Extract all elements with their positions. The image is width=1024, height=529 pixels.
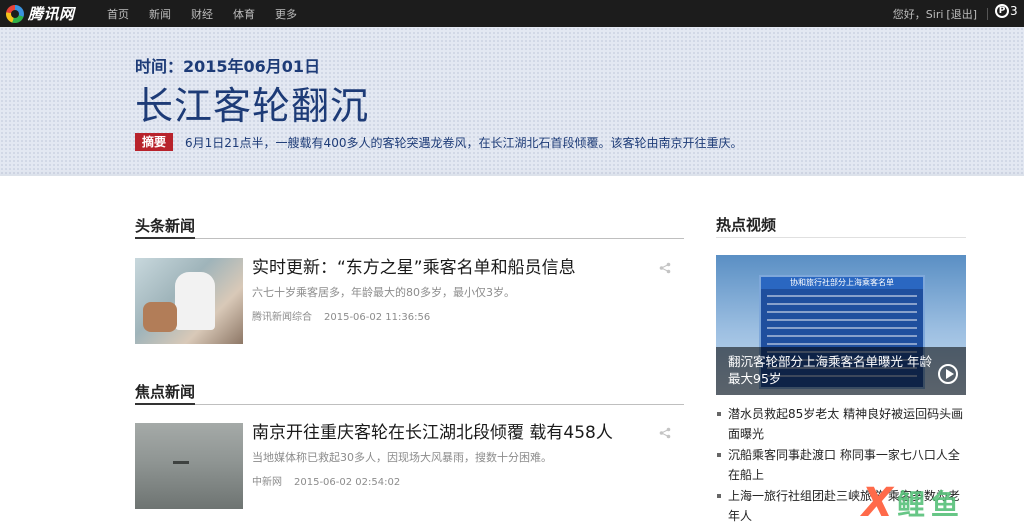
topic-summary: 摘要 6月1日21点半，一艘载有400多人的客轮突遇龙卷风，在长江湖北石首段倾覆… <box>135 133 742 151</box>
topic-date: 时间：2015年06月01日 <box>135 57 321 76</box>
watermark-logo: X 鲤鱼 <box>862 483 965 523</box>
nav-news[interactable]: 新闻 <box>149 6 171 22</box>
article-thumbnail[interactable] <box>135 258 243 344</box>
tencent-logo[interactable]: 腾讯网 <box>6 3 75 24</box>
nav-home[interactable]: 首页 <box>107 6 129 22</box>
nav-more[interactable]: 更多 <box>275 6 297 22</box>
video-board-title: 协和旅行社部分上海乘客名单 <box>761 277 923 289</box>
share-icon[interactable] <box>659 262 671 274</box>
nav-finance[interactable]: 财经 <box>191 6 213 22</box>
article-meta: 中新网 2015-06-02 02:54:02 <box>252 473 400 488</box>
notification-button[interactable]: P 3 <box>995 4 1018 18</box>
main-nav: 首页 新闻 财经 体育 更多 <box>107 0 317 27</box>
article-item[interactable]: 实时更新：“东方之星”乘客名单和船员信息 六七十岁乘客居多，年龄最大的80多岁，… <box>135 258 684 346</box>
sidebar-title: 热点视频 <box>716 216 777 234</box>
section-heading-focus: 焦点新闻 <box>135 382 684 405</box>
notification-icon: P <box>995 4 1009 18</box>
list-item[interactable]: 潜水员救起85岁老太 精神良好被运回码头画面曝光 <box>716 404 966 444</box>
user-greeting: 您好，Siri <box>892 7 944 21</box>
user-area: 您好，Siri [退出] <box>893 0 977 27</box>
logout-link[interactable]: [退出] <box>946 6 977 22</box>
article-item[interactable]: 南京开往重庆客轮在长江湖北段倾覆 载有458人 当地媒体称已救起30多人，因现场… <box>135 423 684 511</box>
article-summary: 当地媒体称已救起30多人，因现场大风暴雨，搜数十分困难。 <box>252 451 552 464</box>
section-heading-headline: 头条新闻 <box>135 216 684 239</box>
play-icon[interactable] <box>938 364 958 384</box>
notification-count: 3 <box>1010 4 1018 18</box>
topic-hero: 时间：2015年06月01日 长江客轮翻沉 摘要 6月1日21点半，一艘载有40… <box>0 27 1024 176</box>
share-icon[interactable] <box>659 427 671 439</box>
summary-badge: 摘要 <box>135 133 174 151</box>
video-caption[interactable]: 翻沉客轮部分上海乘客名单曝光 年龄最大95岁 <box>728 353 936 387</box>
top-navigation-bar: 腾讯网 首页 新闻 财经 体育 更多 您好，Siri [退出] P 3 <box>0 0 1024 27</box>
article-time: 2015-06-02 02:54:02 <box>294 477 401 488</box>
article-thumbnail[interactable] <box>135 423 243 509</box>
video-caption-overlay[interactable]: 翻沉客轮部分上海乘客名单曝光 年龄最大95岁 <box>716 347 966 395</box>
article-meta: 腾讯新闻综合 2015-06-02 11:36:56 <box>252 308 430 323</box>
article-source: 腾讯新闻综合 <box>252 312 312 323</box>
topic-title: 长江客轮翻沉 <box>135 84 370 128</box>
sidebar-heading: 热点视频 <box>716 215 966 238</box>
tencent-logo-icon <box>6 4 24 23</box>
hot-video-player[interactable]: 协和旅行社部分上海乘客名单 翻沉客轮部分上海乘客名单曝光 年龄最大95岁 <box>716 255 966 395</box>
section-title: 头条新闻 <box>135 217 196 239</box>
watermark-x: X <box>862 480 893 526</box>
section-title: 焦点新闻 <box>135 383 196 405</box>
watermark-text: 鲤鱼 <box>896 488 965 521</box>
article-source: 中新网 <box>252 477 282 488</box>
summary-text: 6月1日21点半，一艘载有400多人的客轮突遇龙卷风，在长江湖北石首段倾覆。该客… <box>185 135 743 150</box>
article-time: 2015-06-02 11:36:56 <box>324 312 431 323</box>
nav-sports[interactable]: 体育 <box>233 6 255 22</box>
list-item[interactable]: 沉船乘客同事赴渡口 称同事一家七八口人全在船上 <box>716 445 966 485</box>
article-title[interactable]: 实时更新：“东方之星”乘客名单和船员信息 <box>252 258 576 278</box>
topbar-divider <box>987 8 988 20</box>
article-title[interactable]: 南京开往重庆客轮在长江湖北段倾覆 载有458人 <box>252 423 613 443</box>
logo-text: 腾讯网 <box>28 5 75 23</box>
article-summary: 六七十岁乘客居多，年龄最大的80多岁，最小仅3岁。 <box>252 286 515 299</box>
